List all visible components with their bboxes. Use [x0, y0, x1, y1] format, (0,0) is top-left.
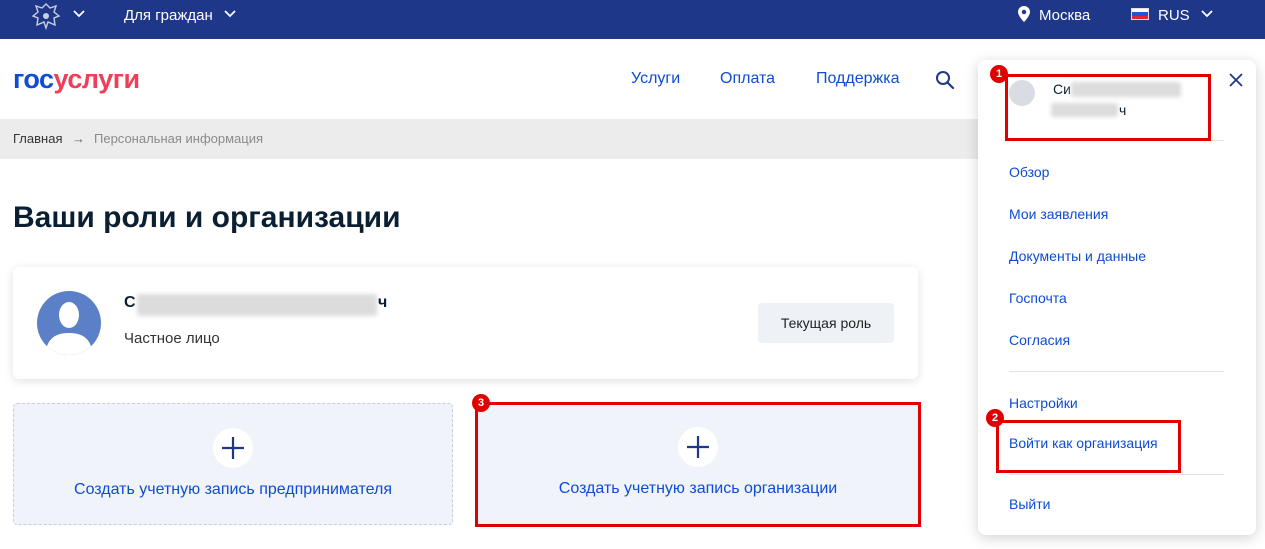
plus-icon — [213, 428, 253, 468]
avatar — [37, 291, 101, 355]
city-selector[interactable]: Москва — [1039, 7, 1090, 25]
chevron-down-icon[interactable] — [1201, 10, 1213, 18]
menu-item-gospochta[interactable]: Госпочта — [1009, 290, 1067, 306]
menu-item-overview[interactable]: Обзор — [1009, 164, 1049, 180]
location-pin-icon — [1018, 6, 1030, 22]
coat-of-arms-icon[interactable] — [30, 2, 62, 30]
search-icon[interactable] — [935, 70, 955, 90]
breadcrumb-arrow-icon: → — [72, 131, 85, 146]
user-silhouette-icon — [45, 302, 93, 355]
annotation-badge-1: 1 — [990, 65, 1008, 83]
gosuslugi-logo[interactable]: госуслуги — [13, 65, 140, 93]
profile-card: С ч Частное лицо Текущая роль — [13, 267, 918, 379]
nav-support[interactable]: Поддержка — [816, 70, 899, 88]
chevron-down-icon[interactable] — [73, 10, 85, 18]
menu-item-consents[interactable]: Согласия — [1009, 332, 1070, 348]
annotation-box-3 — [475, 402, 921, 527]
create-entrepreneur-card[interactable]: Создать учетную запись предпринимателя — [13, 403, 453, 525]
profile-name-end: ч — [378, 294, 388, 311]
page-title: Ваши роли и организации — [13, 201, 401, 234]
citizens-menu[interactable]: Для граждан — [124, 7, 213, 25]
nav-services[interactable]: Услуги — [631, 70, 680, 88]
redacted-name — [137, 294, 377, 316]
menu-item-settings[interactable]: Настройки — [1009, 395, 1078, 411]
russia-flag-icon — [1131, 8, 1149, 20]
menu-item-logout[interactable]: Выйти — [1009, 496, 1050, 512]
create-entrepreneur-label[interactable]: Создать учетную запись предпринимателя — [14, 481, 452, 499]
divider — [1009, 371, 1224, 372]
nav-payment[interactable]: Оплата — [720, 70, 775, 88]
breadcrumb: Главная → Персональная информация — [0, 119, 978, 159]
language-selector[interactable]: RUS — [1158, 7, 1190, 25]
annotation-badge-2: 2 — [986, 409, 1004, 427]
current-role-button[interactable]: Текущая роль — [758, 303, 894, 343]
profile-role: Частное лицо — [124, 330, 220, 347]
annotation-box-2 — [996, 420, 1181, 473]
divider — [1009, 474, 1224, 475]
logo-part-uslugi: услуги — [53, 64, 141, 94]
breadcrumb-current: Персональная информация — [94, 131, 264, 146]
breadcrumb-home[interactable]: Главная — [13, 131, 62, 146]
logo-part-gos: гос — [13, 64, 54, 94]
menu-item-applications[interactable]: Мои заявления — [1009, 206, 1108, 222]
profile-name-start: С — [124, 294, 136, 311]
top-bar: Для граждан Москва RUS — [0, 0, 1265, 39]
chevron-down-icon[interactable] — [224, 10, 236, 18]
annotation-box-1 — [1005, 74, 1211, 141]
annotation-badge-3: 3 — [472, 394, 490, 412]
close-icon[interactable] — [1228, 72, 1244, 88]
menu-item-documents[interactable]: Документы и данные — [1009, 248, 1146, 264]
